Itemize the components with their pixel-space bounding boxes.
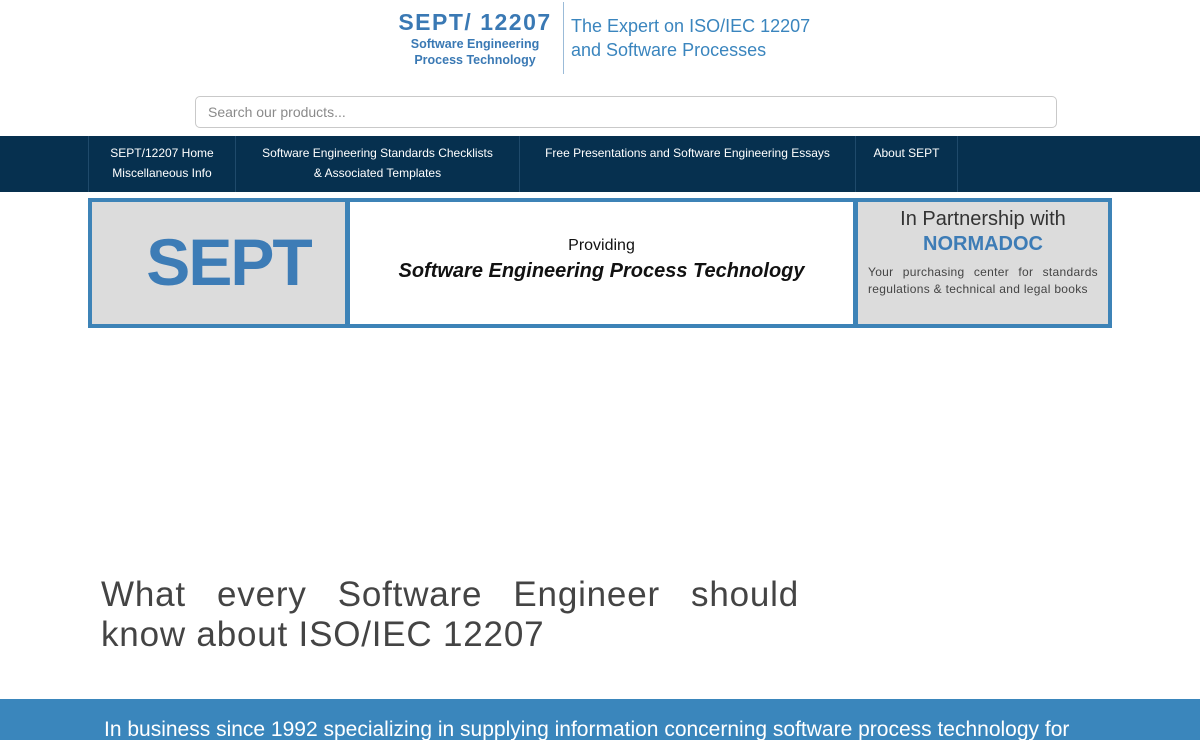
nav-item-checklists-line1: Software Engineering Standards Checklist… (262, 146, 493, 160)
site-logo[interactable]: SEPT/ 12207 Software Engineering Process… (392, 8, 558, 68)
main-nav: SEPT/12207 Home Miscellaneous Info Softw… (0, 136, 1200, 192)
search-input[interactable] (195, 96, 1057, 128)
intro-band: In business since 1992 specializing in s… (0, 699, 1200, 740)
hero-banner: SEPT Providing Software Engineering Proc… (88, 198, 1112, 328)
nav-item-about-label: About SEPT (873, 146, 940, 160)
logo-subtitle-line1: Software Engineering (410, 37, 540, 51)
header-divider (563, 2, 564, 74)
page-heading: What every Software Engineer should know… (101, 575, 799, 654)
banner-logo-panel: SEPT (92, 202, 345, 324)
nav-item-presentations[interactable]: Free Presentations and Software Engineer… (519, 136, 855, 192)
banner-center-panel: Providing Software Engineering Process T… (350, 202, 853, 324)
logo-title: SEPT/ 12207 (398, 9, 552, 35)
tagline-line1: The Expert on ISO/IEC 12207 (571, 16, 811, 36)
partner-description: Your purchasing center for standards reg… (868, 265, 1098, 296)
nav-item-home[interactable]: SEPT/12207 Home Miscellaneous Info (88, 136, 235, 192)
partner-heading: In Partnership with (900, 208, 1066, 230)
nav-item-presentations-label: Free Presentations and Software Engineer… (545, 146, 830, 160)
nav-item-checklists[interactable]: Software Engineering Standards Checklist… (235, 136, 519, 192)
site-tagline: The Expert on ISO/IEC 12207 and Software… (571, 14, 810, 62)
logo-subtitle-line2: Process Technology (414, 53, 536, 67)
partner-name[interactable]: NORMADOC (858, 233, 1108, 256)
nav-item-home-line2: Miscellaneous Info (112, 166, 212, 180)
nav-item-checklists-line2: & Associated Templates (313, 166, 442, 180)
nav-item-home-line1: SEPT/12207 Home (110, 146, 214, 160)
intro-text: In business since 1992 specializing in s… (104, 718, 1070, 740)
tagline-line2: and Software Processes (571, 40, 767, 60)
banner-providing-text: Providing (568, 237, 635, 254)
nav-item-about[interactable]: About SEPT (855, 136, 958, 192)
banner-sept-logo: SEPT (146, 225, 312, 299)
partner-panel[interactable]: In Partnership with NORMADOC Your purcha… (858, 202, 1108, 324)
banner-full-name: Software Engineering Process Technology (398, 260, 805, 282)
